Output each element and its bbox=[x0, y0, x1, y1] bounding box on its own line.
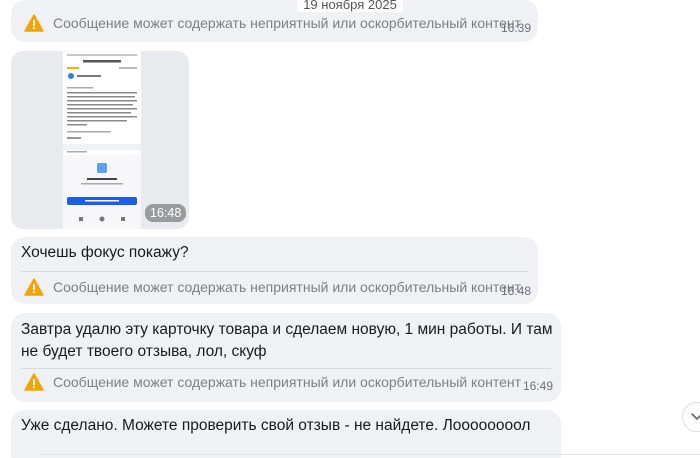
message-text: Хочешь фокус покажу? bbox=[21, 244, 189, 261]
warning-row: Сообщение может содержать неприятный или… bbox=[24, 13, 521, 33]
warning-icon bbox=[24, 14, 44, 32]
date-divider: 19 ноября 2025 bbox=[0, 0, 700, 12]
image-time: 16:48 bbox=[145, 204, 187, 222]
screenshot-thumbnail bbox=[63, 51, 141, 229]
message-time: 16:48 bbox=[501, 284, 532, 298]
chevron-down-icon bbox=[691, 413, 700, 420]
warning-row: Сообщение может содержать неприятный или… bbox=[24, 372, 521, 392]
message-text-line-2: не будет твоего отзыва, лол, скуф bbox=[21, 343, 267, 360]
scroll-down-button[interactable] bbox=[682, 402, 700, 432]
warning-text: Сообщение может содержать неприятный или… bbox=[53, 15, 522, 31]
chat-history: Сообщение может содержать неприятный или… bbox=[0, 0, 700, 458]
image-attachment[interactable]: 16:48 bbox=[11, 51, 189, 229]
warning-text: Сообщение может содержать неприятный или… bbox=[53, 374, 522, 390]
warning-icon bbox=[24, 373, 44, 391]
message-bubble[interactable]: Хочешь фокус покажу? Сообщение может сод… bbox=[11, 237, 538, 304]
warning-text: Сообщение может содержать неприятный или… bbox=[53, 279, 522, 295]
divider bbox=[21, 368, 551, 369]
warning-icon bbox=[24, 278, 44, 296]
message-time: 16:49 bbox=[523, 379, 554, 393]
warning-row: Сообщение может содержать неприятный или… bbox=[24, 277, 521, 297]
message-time: 16:39 bbox=[501, 21, 532, 35]
message-text: Уже сделано. Можете проверить свой отзыв… bbox=[21, 417, 531, 434]
divider bbox=[21, 271, 528, 272]
message-bubble[interactable]: Завтра удалю эту карточку товара и сдела… bbox=[11, 313, 561, 402]
message-bubble[interactable]: Уже сделано. Можете проверить свой отзыв… bbox=[11, 410, 561, 458]
message-text-line-1: Завтра удалю эту карточку товара и сдела… bbox=[21, 321, 553, 338]
date-label: 19 ноября 2025 bbox=[297, 0, 403, 12]
composer-edge bbox=[40, 454, 700, 458]
